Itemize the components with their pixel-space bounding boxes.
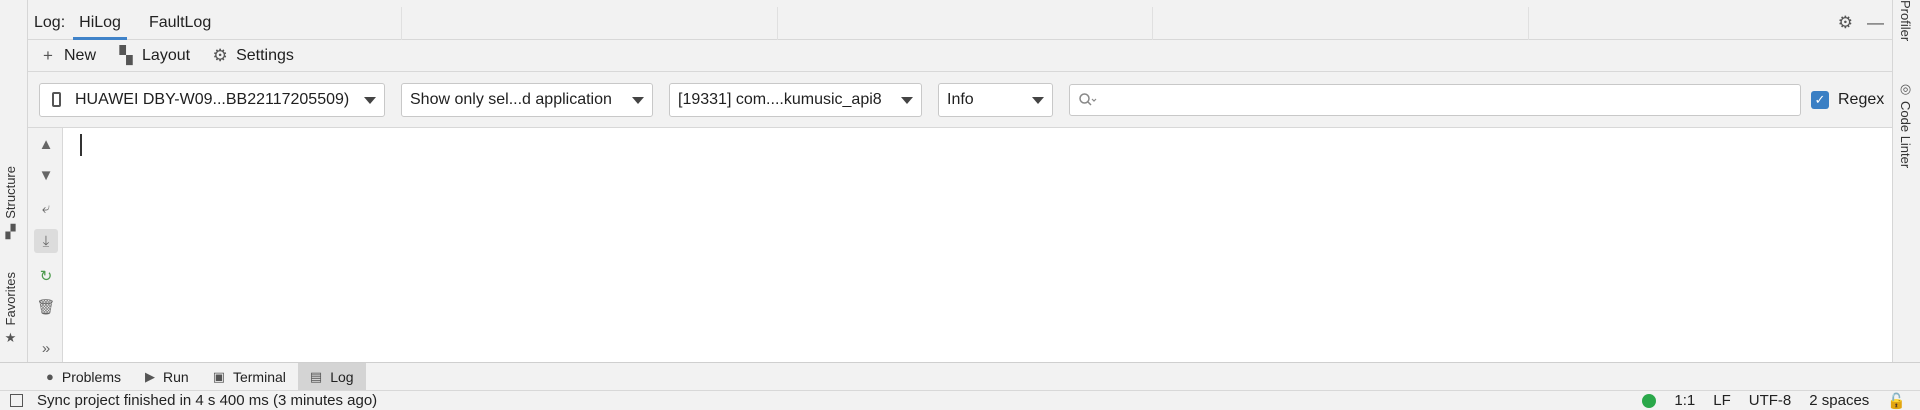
soft-wrap-icon[interactable]: ⤶ bbox=[34, 196, 58, 220]
log-side-toolbar: ▲ ▼ ⤶ ⤓ ↻ 🗑 » bbox=[28, 128, 63, 362]
structure-icon: ▞ bbox=[5, 223, 16, 239]
tab-run-label: Run bbox=[163, 368, 189, 385]
search-input[interactable] bbox=[1104, 91, 1800, 108]
layout-button[interactable]: ▚ Layout bbox=[118, 46, 190, 66]
header-divider bbox=[1528, 7, 1529, 40]
search-icon bbox=[1079, 92, 1097, 106]
tab-terminal[interactable]: ▣ Terminal bbox=[201, 363, 298, 391]
structure-label: Structure bbox=[3, 166, 18, 219]
search-box[interactable] bbox=[1069, 83, 1801, 116]
header-divider bbox=[777, 7, 778, 40]
terminal-icon: ▣ bbox=[212, 368, 225, 384]
scroll-down-icon[interactable]: ▼ bbox=[34, 163, 58, 187]
tool-windows-toggle-icon[interactable] bbox=[10, 394, 23, 407]
tab-log[interactable]: ▤ Log bbox=[297, 362, 366, 391]
profiler-tab[interactable]: Profiler bbox=[1898, 0, 1913, 41]
lock-icon[interactable]: 🔓 bbox=[1887, 392, 1906, 410]
gear-icon: ⚙ bbox=[212, 45, 228, 65]
line-ending[interactable]: LF bbox=[1713, 392, 1731, 409]
indent-setting[interactable]: 2 spaces bbox=[1809, 392, 1869, 409]
layout-label: Layout bbox=[142, 46, 191, 64]
log-level-select[interactable]: Info bbox=[938, 82, 1053, 117]
log-prefix: Log: bbox=[34, 14, 66, 31]
settings-label: Settings bbox=[236, 46, 294, 64]
app-filter-select[interactable]: Show only sel...d application bbox=[401, 82, 653, 117]
new-button[interactable]: + New bbox=[40, 46, 96, 66]
process-select[interactable]: [19331] com....kumusic_api8 bbox=[669, 82, 922, 117]
status-bar: Sync project finished in 4 s 400 ms (3 m… bbox=[0, 390, 1920, 410]
new-label: New bbox=[64, 46, 97, 64]
tab-run[interactable]: ▶ Run bbox=[133, 363, 201, 391]
problems-icon: ● bbox=[46, 369, 54, 384]
tab-faultlog[interactable]: FaultLog bbox=[135, 7, 225, 40]
device-select-value: HUAWEI DBY-W09...BB22117205509) bbox=[75, 90, 350, 108]
trash-icon[interactable]: 🗑 bbox=[34, 295, 58, 319]
code-linter-label: Code Linter bbox=[1898, 101, 1913, 169]
favorites-label: Favorites bbox=[3, 272, 18, 326]
code-linter-icon: ◎ bbox=[1899, 81, 1912, 96]
tab-log-label: Log bbox=[330, 368, 354, 385]
restart-icon[interactable]: ↻ bbox=[34, 264, 58, 288]
header-divider bbox=[1152, 7, 1153, 40]
header-icons: ⚙ — bbox=[1838, 13, 1892, 33]
profiler-label: Profiler bbox=[1898, 0, 1913, 42]
regex-checkbox[interactable]: ✓ Regex bbox=[1811, 90, 1885, 109]
layout-icon: ▚ bbox=[119, 45, 133, 65]
status-left: Sync project finished in 4 s 400 ms (3 m… bbox=[0, 392, 1642, 409]
log-actions-toolbar: + New ▚ Layout ⚙ Settings bbox=[28, 40, 1892, 72]
run-icon: ▶ bbox=[145, 368, 155, 384]
favorites-tab[interactable]: ★ Favorites bbox=[3, 272, 18, 345]
app-filter-value: Show only sel...d application bbox=[410, 90, 612, 108]
scroll-to-end-icon[interactable]: ⤓ bbox=[34, 229, 58, 253]
minimize-icon[interactable]: — bbox=[1867, 13, 1884, 33]
scroll-up-icon[interactable]: ▲ bbox=[34, 132, 58, 156]
tab-hilog[interactable]: HiLog bbox=[65, 7, 135, 40]
status-message[interactable]: Sync project finished in 4 s 400 ms (3 m… bbox=[37, 392, 377, 409]
checkbox-checked-icon: ✓ bbox=[1811, 90, 1829, 109]
chevron-down-icon bbox=[364, 96, 376, 104]
plus-icon: + bbox=[43, 45, 53, 65]
tab-problems-label: Problems bbox=[61, 368, 121, 385]
chevron-down-icon bbox=[632, 96, 644, 104]
chevron-down-icon bbox=[1032, 96, 1044, 104]
process-value: [19331] com....kumusic_api8 bbox=[678, 90, 882, 108]
file-encoding[interactable]: UTF-8 bbox=[1749, 392, 1792, 409]
regex-label: Regex bbox=[1838, 90, 1885, 108]
status-right: 1:1 LF UTF-8 2 spaces 🔓 bbox=[1642, 392, 1920, 410]
text-cursor bbox=[80, 134, 82, 156]
cursor-position[interactable]: 1:1 bbox=[1674, 392, 1695, 409]
log-icon: ▤ bbox=[309, 368, 323, 384]
star-icon: ★ bbox=[4, 330, 17, 346]
log-output-area[interactable] bbox=[63, 128, 1892, 362]
bottom-tool-bar: ● Problems ▶ Run ▣ Terminal ▤ Log bbox=[0, 362, 1920, 391]
right-tool-stripe: Profiler ◎ Code Linter bbox=[1892, 0, 1920, 362]
chevron-down-icon bbox=[901, 96, 913, 104]
filter-row: HUAWEI DBY-W09...BB22117205509) Show onl… bbox=[28, 72, 1892, 128]
tab-problems[interactable]: ● Problems bbox=[34, 363, 133, 391]
tab-terminal-label: Terminal bbox=[232, 368, 286, 385]
log-level-value: Info bbox=[947, 90, 974, 108]
header-divider bbox=[401, 7, 402, 40]
gear-icon[interactable]: ⚙ bbox=[1838, 13, 1853, 33]
settings-button[interactable]: ⚙ Settings bbox=[212, 45, 294, 66]
left-tool-stripe: ▞ Structure ★ Favorites bbox=[0, 0, 28, 362]
more-chevron-icon[interactable]: » bbox=[34, 336, 58, 360]
phone-icon bbox=[52, 92, 61, 107]
code-linter-tab[interactable]: ◎ Code Linter bbox=[1898, 81, 1913, 169]
log-header: Log: HiLog FaultLog ⚙ — bbox=[28, 7, 1892, 40]
device-select[interactable]: HUAWEI DBY-W09...BB22117205509) bbox=[39, 82, 385, 117]
structure-tab[interactable]: ▞ Structure bbox=[3, 166, 18, 239]
status-indicator-icon[interactable] bbox=[1642, 393, 1657, 408]
